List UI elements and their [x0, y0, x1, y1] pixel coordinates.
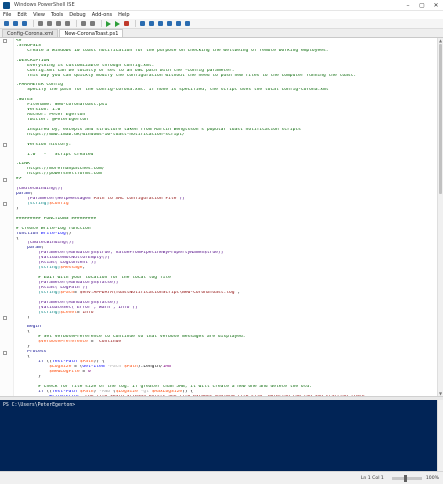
- clear-icon[interactable]: [64, 20, 71, 27]
- zoom-slider[interactable]: [391, 474, 422, 482]
- new-file-icon[interactable]: [3, 20, 10, 27]
- new-remote-tab-icon[interactable]: [139, 20, 146, 27]
- menu-debug[interactable]: Debug: [69, 12, 85, 18]
- window-title: Windows PowerShell ISE: [14, 2, 75, 8]
- editor-vertical-scrollbar[interactable]: ▲ ▼: [437, 38, 443, 396]
- fold-toggle-icon[interactable]: [3, 177, 7, 182]
- redo-icon[interactable]: [89, 20, 96, 27]
- run-selection-icon[interactable]: [114, 20, 121, 27]
- menu-file[interactable]: File: [3, 12, 11, 18]
- menu-help[interactable]: Help: [118, 12, 129, 18]
- fold-toggle-icon[interactable]: [3, 350, 7, 355]
- fold-toggle-icon[interactable]: [3, 39, 7, 43]
- paste-icon[interactable]: [55, 20, 62, 27]
- save-icon[interactable]: [21, 20, 28, 27]
- script-editor[interactable]: <# .SYNOPSIS Create a Windows 10 toast no…: [0, 38, 437, 396]
- stop-icon[interactable]: [123, 20, 130, 27]
- zoom-slider-knob[interactable]: [403, 474, 407, 482]
- zoom-level: 100%: [425, 475, 439, 481]
- close-button[interactable]: ✕: [429, 0, 443, 10]
- run-icon[interactable]: [105, 20, 112, 27]
- title-bar: Windows PowerShell ISE – ▢ ✕: [0, 0, 443, 11]
- script-tabs: Config-Corona.xml New-CoronaToast.ps1: [0, 29, 443, 38]
- cursor-position: Ln 1 Col 1: [360, 475, 384, 481]
- start-powershell-icon[interactable]: [148, 20, 155, 27]
- cut-icon[interactable]: [37, 20, 44, 27]
- toolbar-separator: [101, 20, 102, 27]
- tab-config-corona-xml[interactable]: Config-Corona.xml: [2, 29, 59, 37]
- open-icon[interactable]: [12, 20, 19, 27]
- menu-bar: File Edit View Tools Debug Add-ons Help: [0, 11, 443, 19]
- code-area[interactable]: <# .SYNOPSIS Create a Windows 10 toast no…: [16, 39, 434, 396]
- fold-toggle-icon[interactable]: [3, 142, 7, 147]
- show-script-pane-top-icon[interactable]: [157, 20, 164, 27]
- tab-new-coronatoast-ps1[interactable]: New-CoronaToast.ps1: [59, 29, 124, 37]
- copy-icon[interactable]: [46, 20, 53, 27]
- toolbar: [0, 19, 443, 29]
- fold-toggle-icon[interactable]: [3, 316, 7, 321]
- console-prompt: PS C:\Users\PeterEgerton>: [3, 403, 79, 408]
- console-scrollbar[interactable]: [437, 400, 443, 471]
- maximize-button[interactable]: ▢: [415, 0, 429, 10]
- powershell-ise-icon: [3, 1, 10, 9]
- menu-tools[interactable]: Tools: [51, 12, 63, 18]
- menu-view[interactable]: View: [33, 12, 45, 18]
- toolbar-separator: [135, 20, 136, 27]
- menu-add-ons[interactable]: Add-ons: [92, 12, 112, 18]
- show-script-pane-max-icon[interactable]: [175, 20, 182, 27]
- scrollbar-thumb[interactable]: [439, 44, 442, 194]
- menu-edit[interactable]: Edit: [17, 12, 27, 18]
- undo-icon[interactable]: [80, 20, 87, 27]
- window-controls: – ▢ ✕: [401, 0, 443, 10]
- editor-gutter: [0, 38, 14, 396]
- show-script-pane-right-icon[interactable]: [166, 20, 173, 27]
- scroll-up-icon[interactable]: ▲: [438, 38, 443, 43]
- console-pane[interactable]: PS C:\Users\PeterEgerton>: [0, 400, 437, 471]
- fold-toggle-icon[interactable]: [3, 202, 7, 207]
- minimize-button[interactable]: –: [401, 0, 415, 10]
- toolbar-separator: [33, 20, 34, 27]
- status-bar: Ln 1 Col 1 100%: [0, 471, 443, 484]
- show-commands-icon[interactable]: [184, 20, 191, 27]
- toolbar-separator: [76, 20, 77, 27]
